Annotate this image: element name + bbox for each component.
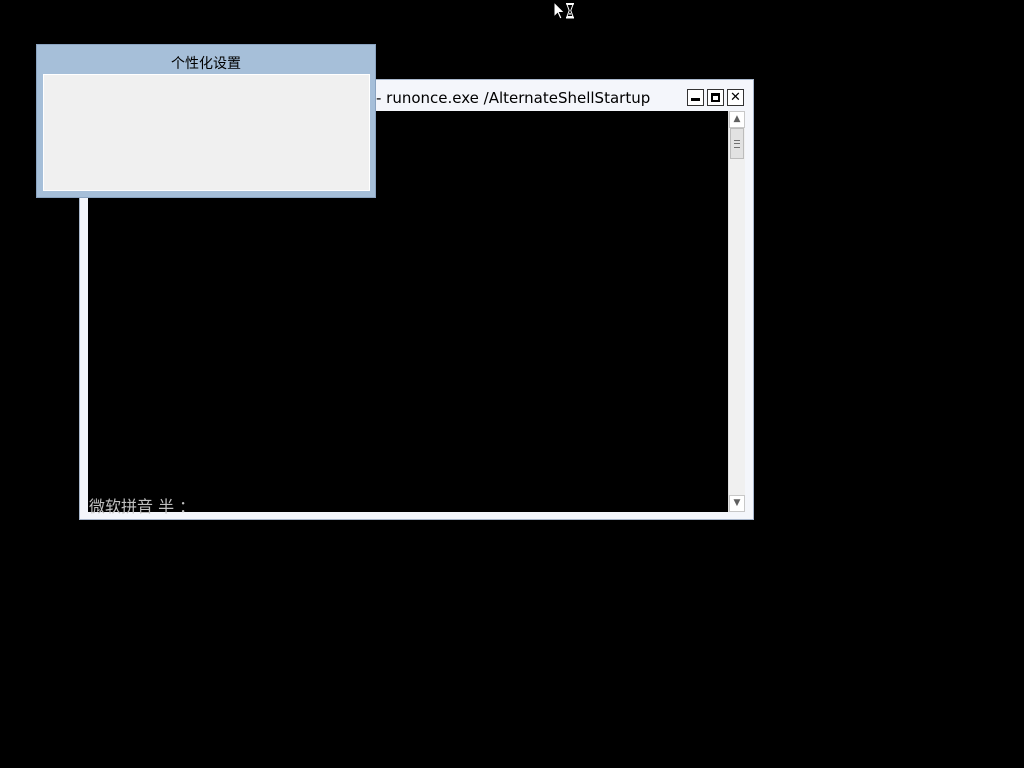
maximize-icon <box>711 93 720 102</box>
maximize-button[interactable] <box>707 89 724 106</box>
busy-pointer-icon <box>553 1 574 20</box>
minimize-button[interactable] <box>687 89 704 106</box>
ime-status-text: 微软拼音 半 ： <box>89 497 196 516</box>
scroll-up-button[interactable]: ▲ <box>729 111 745 128</box>
personalization-dialog-body <box>43 74 370 191</box>
chevron-down-icon: ▼ <box>733 498 741 508</box>
console-window-title: - runonce.exe /AlternateShellStartup <box>376 89 651 107</box>
close-button[interactable]: ✕ <box>727 89 744 106</box>
desktop-background: - runonce.exe /AlternateShellStartup ✕ 微… <box>0 0 1024 768</box>
grip-icon <box>734 140 740 148</box>
chevron-up-icon: ▲ <box>733 114 741 124</box>
personalization-dialog-title: 个性化设置 <box>171 56 241 72</box>
close-icon: ✕ <box>730 90 741 105</box>
vertical-scrollbar[interactable]: ▲ ▼ <box>728 111 745 512</box>
scroll-down-button[interactable]: ▼ <box>729 495 745 512</box>
scroll-thumb[interactable] <box>730 128 744 159</box>
personalization-dialog: 个性化设置 <box>36 44 376 198</box>
minimize-icon <box>691 98 700 101</box>
